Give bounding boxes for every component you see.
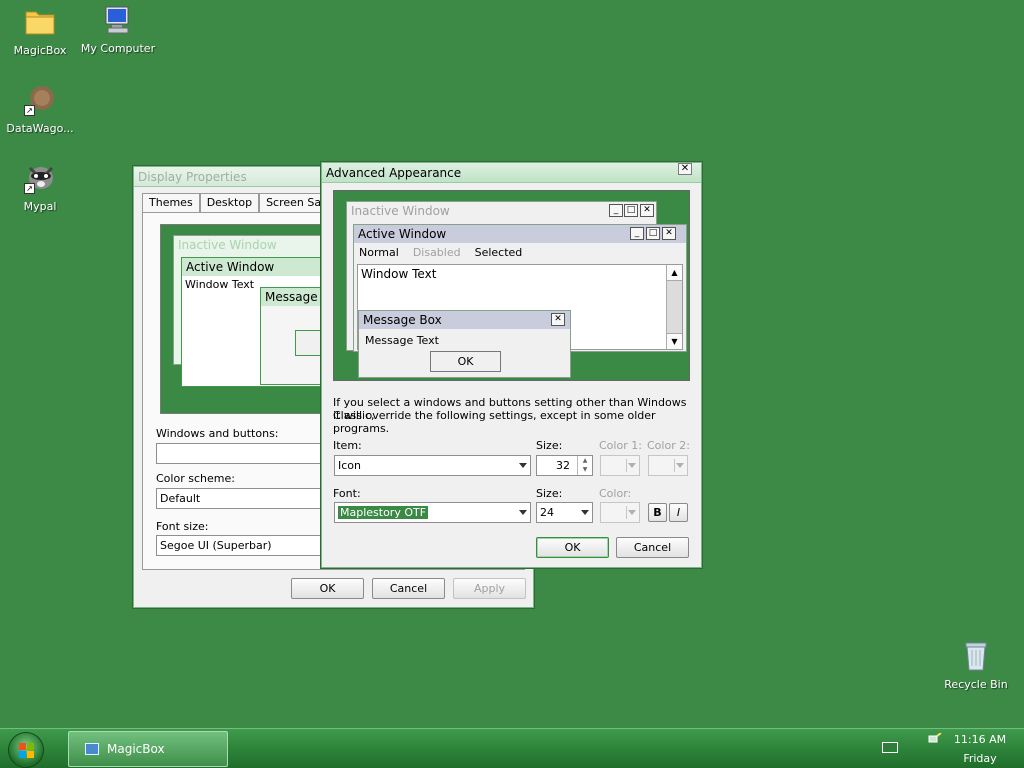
taskbar-item-magicbox[interactable]: MagicBox (68, 731, 228, 767)
maximize-icon: □ (646, 227, 660, 240)
item-label: Item: (333, 439, 362, 452)
preview-message-text: Message Text (365, 334, 439, 347)
desktop-icon-my-computer[interactable]: My Computer (78, 4, 158, 55)
desktop-icon-datawagon[interactable]: ↗ DataWago... (0, 84, 80, 135)
font-label: Font: (333, 487, 361, 500)
menu-selected: Selected (474, 246, 523, 259)
folder-icon (24, 6, 56, 38)
font-size-label: Font size: (156, 520, 209, 533)
color1-label: Color 1: (599, 439, 642, 452)
window-title: Display Properties (138, 169, 247, 184)
color1-picker[interactable] (600, 455, 640, 476)
chevron-down-icon (628, 463, 636, 468)
display-apply-button[interactable]: Apply (453, 578, 526, 599)
recycle-bin-icon (960, 640, 992, 672)
advanced-appearance-titlebar[interactable]: Advanced Appearance (322, 163, 701, 183)
clock[interactable]: 11:16 AM Friday (950, 733, 1010, 765)
scroll-up-icon: ▲ (667, 265, 682, 281)
datawagon-icon: ↗ (24, 84, 56, 116)
window-title: Advanced Appearance (326, 165, 462, 180)
close-icon[interactable]: ✕ (678, 163, 692, 175)
advanced-cancel-button[interactable]: Cancel (616, 537, 689, 558)
shortcut-arrow-icon: ↗ (24, 105, 35, 116)
window-app-icon (85, 743, 99, 755)
windows-logo-icon (19, 743, 35, 759)
desktop-icon-label: My Computer (80, 42, 156, 55)
taskbar-item-label: MagicBox (107, 742, 165, 756)
preview-window-text: Window Text (361, 267, 437, 281)
desktop-icon-mypal[interactable]: ↗ Mypal (0, 162, 80, 213)
minimize-icon: _ (630, 227, 644, 240)
minimize-icon: _ (609, 204, 623, 217)
desktop-icon-label: Mypal (23, 200, 57, 213)
start-button[interactable] (8, 732, 44, 768)
clock-day: Friday (963, 752, 997, 765)
network-tray-icon[interactable] (928, 732, 942, 745)
taskbar: MagicBox 11:16 AM Friday (0, 728, 1024, 768)
desktop-icon-label: MagicBox (13, 44, 67, 57)
bold-button[interactable]: B (648, 503, 667, 522)
color2-label: Color 2: (647, 439, 690, 452)
shortcut-arrow-icon: ↗ (24, 183, 35, 194)
color2-picker[interactable] (648, 455, 688, 476)
preview-scrollbar: ▲ ▼ (666, 265, 682, 349)
tab-strip: Themes Desktop Screen Saver (142, 193, 346, 213)
advanced-appearance-window: Advanced Appearance ✕ Inactive Window _ … (321, 162, 702, 568)
desktop-icon-label: DataWago... (6, 122, 74, 135)
font-size-select[interactable]: 24 (536, 502, 593, 523)
item-size-label: Size: (536, 439, 563, 452)
display-cancel-button[interactable]: Cancel (372, 578, 445, 599)
raccoon-icon: ↗ (24, 162, 56, 194)
display-ok-button[interactable]: OK (291, 578, 364, 599)
scroll-down-icon: ▼ (667, 333, 682, 349)
tab-themes[interactable]: Themes (142, 193, 200, 213)
desktop-icon-label: Recycle Bin (944, 678, 1008, 691)
computer-icon (102, 4, 134, 36)
font-select[interactable]: Maplestory OTF (334, 502, 531, 523)
font-size-label: Size: (536, 487, 563, 500)
preview-message-ok: OK (430, 351, 501, 372)
italic-button[interactable]: I (669, 503, 688, 522)
font-color-picker[interactable] (600, 502, 640, 523)
chevron-down-icon (581, 510, 589, 515)
close-icon: ✕ (640, 204, 654, 217)
advanced-preview: Inactive Window _ □ ✕ Active Window _ □ … (333, 190, 690, 381)
item-select[interactable]: Icon (334, 455, 531, 476)
chevron-down-icon (519, 510, 527, 515)
preview-message-box: Message Box ✕ Message Text OK (358, 310, 571, 378)
spinner-arrows-icon[interactable]: ▲ ▼ (577, 456, 592, 475)
close-icon: ✕ (662, 227, 676, 240)
info-text-line2: it will override the following settings,… (333, 409, 656, 435)
advanced-ok-button[interactable]: OK (536, 537, 609, 558)
chevron-down-icon (519, 463, 527, 468)
tab-desktop[interactable]: Desktop (199, 193, 260, 213)
preview-menu-bar: Normal Disabled Selected (359, 246, 522, 259)
preview-message-box-title: Message Box (359, 311, 570, 329)
font-color-label: Color: (599, 487, 632, 500)
windows-buttons-label: Windows and buttons: (156, 427, 279, 440)
desktop-icon-recycle-bin[interactable]: Recycle Bin (936, 640, 1016, 691)
menu-normal: Normal (359, 246, 399, 259)
item-size-spinner[interactable]: 32 ▲ ▼ (536, 455, 593, 476)
close-icon: ✕ (551, 313, 565, 326)
color-scheme-label: Color scheme: (156, 472, 235, 485)
chevron-down-icon (676, 463, 684, 468)
desktop-icon-magicbox[interactable]: MagicBox (0, 6, 80, 57)
clock-time: 11:16 AM (953, 733, 1007, 746)
menu-disabled: Disabled (412, 246, 461, 259)
chevron-down-icon (628, 510, 636, 515)
keyboard-icon[interactable] (882, 742, 898, 753)
maximize-icon: □ (624, 204, 638, 217)
